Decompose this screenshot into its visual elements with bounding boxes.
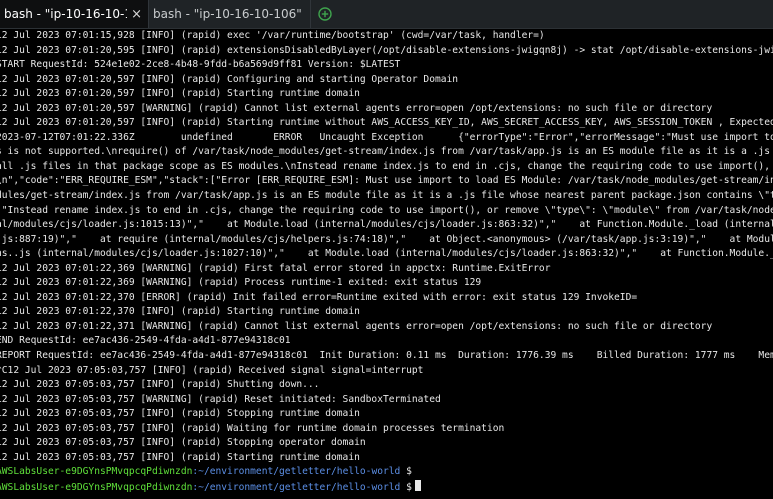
log-line: dules/get-stream/index.js from /var/task… (0, 190, 773, 202)
log-line: 12 Jul 2023 07:01:20,597 [INFO] (rapid) … (0, 73, 459, 85)
prompt-line-current[interactable]: AWSLabsUser-e9DGYnsPMvqpcqPdiwnzdn:~/env… (0, 479, 773, 495)
log-line: 2023-07-12T07:01:22.336Z undefined ERROR… (0, 131, 773, 143)
log-line: 12 Jul 2023 07:01:22,370 [INFO] (rapid) … (0, 306, 360, 318)
log-line: ,"Instead rename index.js to end in .cjs… (0, 204, 773, 216)
log-line: 12 Jul 2023 07:05:03,757 [INFO] (rapid) … (0, 422, 505, 434)
log-line: 12 Jul 2023 07:05:03,757 [INFO] (rapid) … (0, 379, 320, 391)
log-line: START RequestId: 524e1e02-2ce8-4b48-9fdd… (0, 59, 401, 71)
new-tab-button[interactable] (311, 0, 339, 28)
log-line: 12 Jul 2023 07:01:20,597 [INFO] (rapid) … (0, 117, 773, 129)
log-line: 12 Jul 2023 07:05:03,757 [INFO] (rapid) … (0, 437, 366, 449)
log-line: 12 Jul 2023 07:01:15,928 [INFO] (rapid) … (0, 30, 545, 41)
tab-label: bash - "ip-10-16-10-106" (153, 7, 302, 21)
log-line: 12 Jul 2023 07:01:22,371 [WARNING] (rapi… (0, 320, 713, 332)
log-line: END RequestId: ee7ac436-2549-4fda-a4d1-8… (0, 335, 291, 347)
prompt-symbol: $ (400, 481, 412, 493)
log-line: al/modules/cjs/loader.js:1015:13)"," at … (0, 219, 773, 231)
log-lines: 12 Jul 2023 07:01:15,928 [INFO] (rapid) … (0, 29, 773, 465)
log-line: 12 Jul 2023 07:05:03,757 [INFO] (rapid) … (0, 451, 360, 463)
prompt-user: AWSLabsUser-e9DGYnsPMvqpcqPdiwnzdn (0, 466, 193, 478)
log-line: 12 Jul 2023 07:05:03,757 [INFO] (rapid) … (0, 408, 360, 420)
log-line: .js:887:19)"," at require (internal/modu… (0, 233, 773, 245)
log-line: 12 Jul 2023 07:01:22,369 [WARNING] (rapi… (0, 277, 482, 289)
tab-bar: bash - "ip-10-16-10-106" × bash - "ip-10… (0, 0, 773, 29)
log-line: 12 Jul 2023 07:01:20,597 [WARNING] (rapi… (0, 102, 713, 114)
prompt-line: AWSLabsUser-e9DGYnsPMvqpcqPdiwnzdn:~/env… (0, 465, 773, 480)
log-line: all .js files in that package scope as E… (0, 160, 770, 172)
close-icon[interactable]: × (131, 7, 142, 22)
log-line: 12 Jul 2023 07:05:03,757 [WARNING] (rapi… (0, 393, 441, 405)
terminal-cursor (414, 479, 421, 491)
log-line: \n","code":"ERR_REQUIRE_ESM","stack":["E… (0, 175, 773, 187)
log-line: 12 Jul 2023 07:01:20,597 [INFO] (rapid) … (0, 88, 360, 100)
prompt-path: :~/environment/getletter/hello-world (192, 481, 401, 493)
log-line: 12 Jul 2023 07:01:22,370 [ERROR] (rapid)… (0, 291, 638, 303)
log-line: ^C12 Jul 2023 07:05:03,757 [INFO] (rapid… (0, 364, 424, 376)
tab-label: bash - "ip-10-16-10-106" (4, 7, 127, 21)
log-line: ns..js (internal/modules/cjs/loader.js:1… (0, 248, 773, 260)
log-line: REPORT RequestId: ee7ac436-2549-4fda-a4d… (0, 350, 773, 362)
log-line: 12 Jul 2023 07:01:22,369 [WARNING] (rapi… (0, 262, 551, 274)
terminal-output[interactable]: 12 Jul 2023 07:01:15,928 [INFO] (rapid) … (0, 29, 773, 499)
terminal-tab-inactive[interactable]: bash - "ip-10-16-10-106" (149, 0, 311, 28)
terminal-tab-active[interactable]: bash - "ip-10-16-10-106" × (0, 0, 149, 28)
plus-circle-icon (318, 7, 332, 21)
prompt-symbol: $ (400, 466, 412, 478)
log-line: s is not supported.\nrequire() of /var/t… (0, 146, 770, 158)
log-line: 12 Jul 2023 07:01:20,595 [INFO] (rapid) … (0, 44, 773, 56)
prompt-path: :~/environment/getletter/hello-world (192, 466, 401, 478)
prompt-user: AWSLabsUser-e9DGYnsPMvqpcqPdiwnzdn (0, 481, 193, 493)
